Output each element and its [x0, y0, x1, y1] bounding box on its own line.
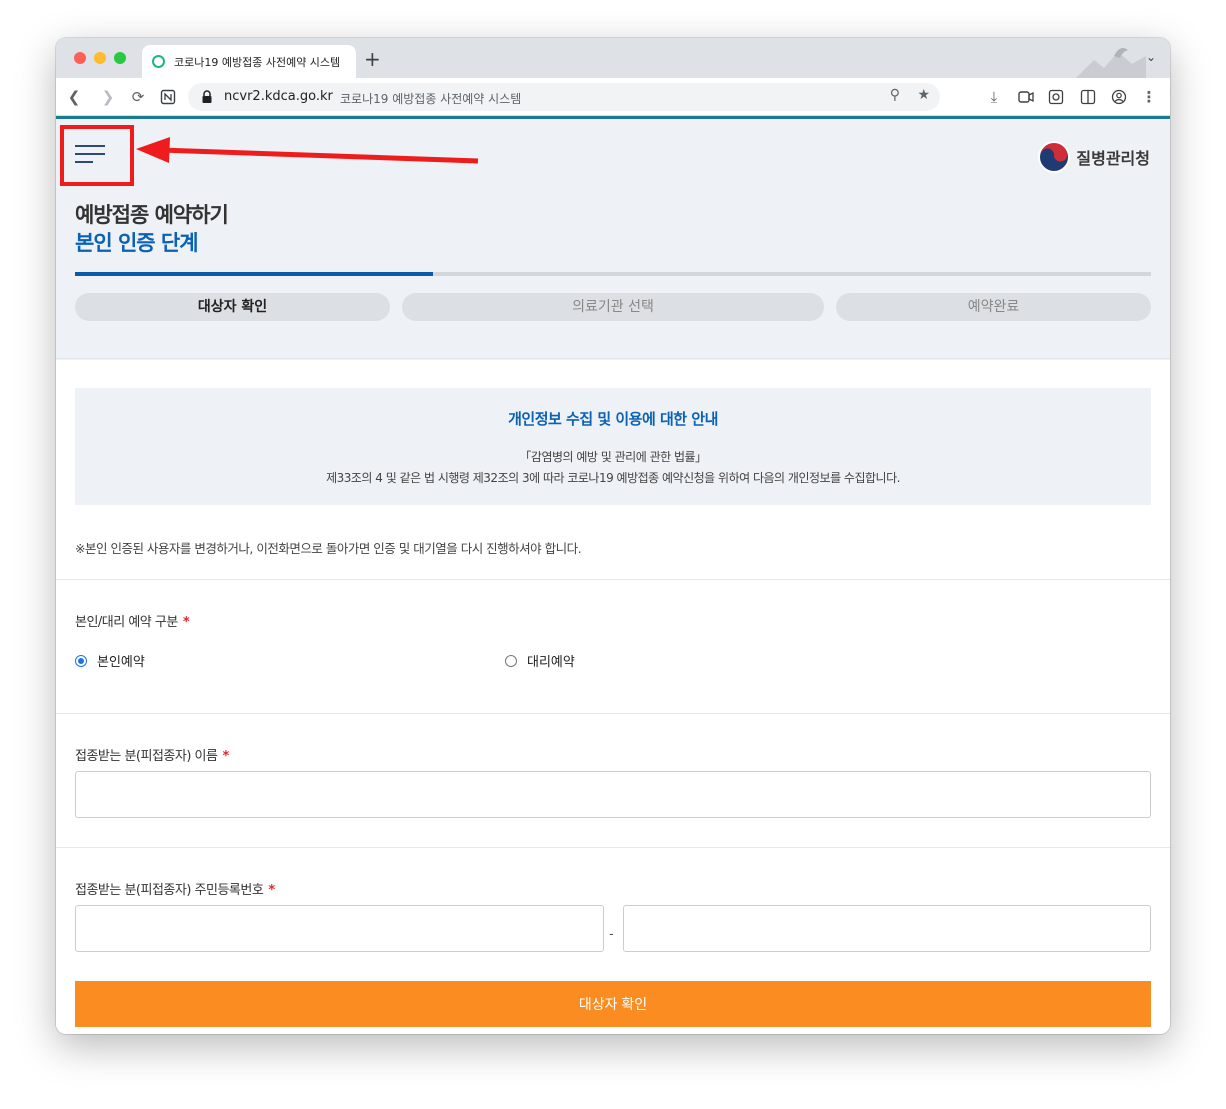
rrn-field-label: 접종받는 분(피접종자) 주민등록번호 * [75, 879, 275, 898]
page: 질병관리청 예방접종 예약하기 본인 인증 단계 대상자 확인 의료기관 선택 … [56, 119, 1170, 1034]
progress-fill [75, 272, 434, 276]
step-reservation-complete: 예약완료 [836, 293, 1151, 321]
radio-proxy-label: 대리예약 [527, 655, 575, 670]
notion-extension-icon[interactable] [158, 87, 178, 107]
lock-icon [202, 90, 212, 103]
zoom-window-button[interactable] [114, 52, 126, 64]
agency-name: 질병관리청 [1076, 149, 1150, 168]
profile-icon[interactable] [1109, 87, 1129, 107]
required-mark: * [268, 883, 275, 898]
step-facility-select: 의료기관 선택 [402, 293, 824, 321]
rrn-label-text: 접종받는 분(피접종자) 주민등록번호 [75, 883, 264, 898]
form-area: 개인정보 수집 및 이용에 대한 안내 「감염병의 예방 및 관리에 관한 법률… [56, 360, 1170, 1034]
agency-logo[interactable]: 질병관리청 [1038, 139, 1150, 175]
required-mark: * [182, 615, 190, 630]
radio-self-label: 본인예약 [97, 655, 145, 670]
progress-bar [75, 272, 1151, 276]
radio-proxy-reservation[interactable]: 대리예약 [505, 651, 575, 670]
radio-checked-icon[interactable] [75, 654, 87, 667]
more-menu-icon[interactable]: ⋮ [1139, 87, 1159, 107]
required-mark: * [222, 749, 229, 764]
mountain-decoration-icon [1076, 48, 1146, 78]
notice-title: 개인정보 수집 및 이용에 대한 안내 [508, 410, 718, 428]
confirm-target-button[interactable]: 대상자 확인 [75, 981, 1151, 1027]
name-field-label: 접종받는 분(피접종자) 이름 * [75, 745, 229, 764]
step-target-confirm: 대상자 확인 [75, 293, 390, 321]
hamburger-menu-icon[interactable] [75, 141, 105, 165]
forward-icon[interactable]: ❯ [98, 87, 118, 107]
new-tab-button[interactable]: + [364, 49, 381, 69]
rrn-separator: - [609, 927, 614, 942]
radio-unchecked-icon[interactable] [505, 654, 517, 667]
screenshot-icon[interactable] [1046, 87, 1066, 107]
divider [56, 713, 1170, 714]
page-title: 예방접종 예약하기 [75, 203, 229, 227]
close-window-button[interactable] [74, 52, 86, 64]
tab-bar: 코로나19 예방접종 사전예약 시스템 + ⌄ [56, 38, 1170, 78]
name-label-text: 접종받는 분(피접종자) 이름 [75, 749, 218, 764]
rrn-front-input[interactable] [75, 905, 604, 952]
split-view-icon[interactable] [1078, 87, 1098, 107]
divider [56, 579, 1170, 580]
browser-toolbar: ❮ ❯ ⟳ ncvr2.kdca.go.kr 코로나19 예방접종 사전예약 시… [56, 78, 1170, 116]
annotation-arrow [136, 137, 479, 164]
zoom-icon[interactable]: ⚲ [890, 87, 900, 103]
address-bar[interactable]: ncvr2.kdca.go.kr 코로나19 예방접종 사전예약 시스템 ⚲ ★ [188, 83, 940, 111]
radio-self-reservation[interactable]: 본인예약 [75, 651, 145, 670]
taegeuk-logo-icon [1038, 141, 1071, 173]
rrn-back-input[interactable] [623, 905, 1151, 952]
chevron-down-icon[interactable]: ⌄ [1146, 50, 1156, 64]
url-host: ncvr2.kdca.go.kr [224, 89, 333, 104]
reservation-type-text: 본인/대리 예약 구분 [75, 615, 178, 630]
minimize-window-button[interactable] [94, 52, 106, 64]
warning-text: ※본인 인증된 사용자를 변경하거나, 이전화면으로 돌아가면 인증 및 대기열… [75, 541, 582, 556]
divider [56, 847, 1170, 848]
url-page-title: 코로나19 예방접종 사전예약 시스템 [340, 92, 522, 106]
download-icon[interactable]: ⤓ [984, 87, 1004, 107]
tab-title: 코로나19 예방접종 사전예약 시스템 [174, 56, 341, 69]
browser-tab[interactable]: 코로나19 예방접종 사전예약 시스템 [142, 45, 356, 78]
reload-icon[interactable]: ⟳ [128, 87, 148, 107]
reservation-type-label: 본인/대리 예약 구분 * [75, 611, 190, 630]
page-header: 질병관리청 예방접종 예약하기 본인 인증 단계 대상자 확인 의료기관 선택 … [56, 119, 1170, 359]
bookmark-star-icon[interactable]: ★ [917, 87, 930, 103]
notice-line-2: 제33조의 4 및 같은 법 시행령 제32조의 3에 따라 코로나19 예방접… [326, 471, 900, 485]
favicon-icon [152, 55, 165, 68]
back-icon[interactable]: ❮ [64, 87, 84, 107]
name-input[interactable] [75, 771, 1151, 818]
page-subtitle: 본인 인증 단계 [75, 231, 199, 255]
browser-window: 코로나19 예방접종 사전예약 시스템 + ⌄ ❮ ❯ ⟳ ncvr2.kdca… [56, 38, 1170, 1034]
notice-line-1: 「감염병의 예방 및 관리에 관한 법률」 [519, 450, 707, 464]
camera-icon[interactable] [1016, 87, 1036, 107]
privacy-notice: 개인정보 수집 및 이용에 대한 안내 「감염병의 예방 및 관리에 관한 법률… [75, 388, 1151, 505]
